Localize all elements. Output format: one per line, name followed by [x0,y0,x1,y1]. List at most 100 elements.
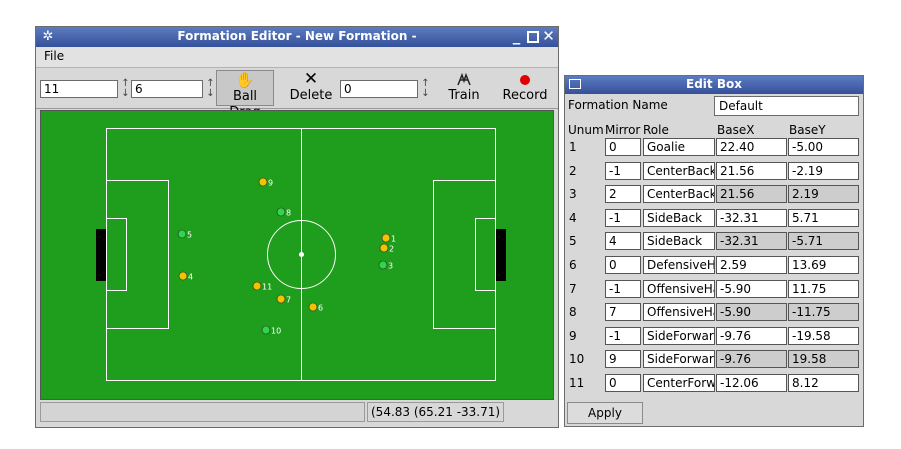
player-marker-4[interactable]: 4 [178,271,193,282]
player-dot[interactable] [261,325,271,335]
basey-input[interactable]: -5.71 [788,232,859,251]
close-icon[interactable]: ✕ [540,28,557,45]
unum-cell: 9 [569,328,577,343]
player-marker-10[interactable]: 10 [261,325,281,336]
mirror-input[interactable]: 7 [605,303,641,322]
mirror-input[interactable]: 0 [605,138,641,156]
basex-input[interactable]: 22.40 [716,138,787,156]
basex-input[interactable]: -12.06 [716,374,787,392]
table-row: 3 2 CenterBack 21.56 2.19 [565,185,865,205]
mirror-input[interactable]: 4 [605,232,641,251]
mirror-input[interactable]: -1 [605,279,641,298]
basex-input[interactable]: -9.76 [716,350,787,369]
minimize-icon[interactable]: _ [508,28,525,45]
player-marker-2[interactable]: 2 [379,243,394,254]
player-dot[interactable] [178,271,188,281]
basex-input[interactable]: -32.31 [716,208,787,227]
role-input[interactable]: CenterBack [643,185,715,204]
player-dot[interactable] [308,302,318,312]
player-marker-7[interactable]: 7 [276,294,291,305]
basex-input[interactable]: -32.31 [716,232,787,251]
basey-input[interactable]: -19.58 [788,326,859,345]
player-dot[interactable] [378,260,388,270]
basex-input[interactable]: 2.59 [716,256,787,274]
apply-button[interactable]: Apply [567,402,643,424]
basex-input[interactable]: -5.90 [716,279,787,298]
unum-cell: 1 [569,140,577,154]
index-spinbox[interactable]: 0 [340,80,418,98]
ball-drag-button[interactable]: ✋ Ball Drag [216,70,274,120]
edit-box-titlebar[interactable]: Edit Box [565,76,863,94]
delete-button[interactable]: ✕ Delete [286,70,336,106]
basey-input[interactable]: 13.69 [788,256,859,274]
index-arrows[interactable]: ↑ ↓ [420,79,431,99]
player-count-spinbox[interactable]: 11 [40,80,118,98]
record-button[interactable]: Record [499,70,551,106]
basex-input[interactable]: 21.56 [716,185,787,204]
right-goal [496,229,506,281]
left-goal-area [106,218,127,291]
role-input[interactable]: Goalie [643,138,715,156]
train-button[interactable]: Train [441,70,487,106]
player-dot[interactable] [276,294,286,304]
edit-box-title: Edit Box [686,77,742,91]
basey-input[interactable]: 19.58 [788,350,859,369]
player-dot[interactable] [258,177,268,187]
mirror-input[interactable]: -1 [605,326,641,345]
mirror-input[interactable]: 9 [605,350,641,369]
mirror-input[interactable]: 2 [605,185,641,204]
role-input[interactable]: SideBack [643,232,715,251]
unum-spinbox[interactable]: 6 [131,80,203,98]
role-input[interactable]: SideBack [643,208,715,227]
player-marker-8[interactable]: 8 [276,207,291,218]
basex-input[interactable]: 21.56 [716,161,787,180]
mirror-input[interactable]: -1 [605,161,641,180]
role-input[interactable]: SideForwar [643,326,715,345]
basey-input[interactable]: -11.75 [788,303,859,322]
role-input[interactable]: CenterBack [643,161,715,180]
player-number: 8 [286,209,291,218]
mirror-input[interactable]: 0 [605,256,641,274]
soccer-field-canvas[interactable]: 1 2 3 4 5 6 7 8 9 10 11 [40,110,554,400]
edit-box-window: Edit Box Formation Name Default Unum Mir… [564,75,864,427]
basey-input[interactable]: 5.71 [788,208,859,227]
basey-input[interactable]: -2.19 [788,161,859,180]
player-marker-1[interactable]: 1 [381,233,396,244]
player-marker-11[interactable]: 11 [252,281,272,292]
role-input[interactable]: SideForwar [643,350,715,369]
field-drawing: 12 3 4 5 6 7 8 9 10 11 [96,128,506,381]
player-dot[interactable] [177,229,187,239]
basey-input[interactable]: -5.00 [788,138,859,156]
right-goal-area [475,218,496,291]
player-count-arrows[interactable]: ↑ ↓ [120,79,131,99]
basey-input[interactable]: 8.12 [788,374,859,392]
mirror-input[interactable]: -1 [605,208,641,227]
player-dot[interactable] [381,233,391,243]
table-row: 2 -1 CenterBack 21.56 -2.19 [565,161,865,182]
table-row: 9 -1 SideForwar -9.76 -19.58 [565,326,865,347]
basey-input[interactable]: 11.75 [788,279,859,298]
unum-arrows[interactable]: ↑ ↓ [205,79,216,99]
formation-editor-titlebar[interactable]: ✲ Formation Editor - New Formation - _ ✕ [36,27,558,47]
player-marker-6[interactable]: 6 [308,302,323,313]
player-marker-5[interactable]: 5 [177,229,192,240]
ball[interactable] [299,252,304,257]
player-marker-3[interactable]: 3 [378,260,393,271]
hand-icon: ✋ [235,71,255,89]
role-input[interactable]: OffensiveHa [643,279,715,298]
role-input[interactable]: DefensiveH [643,256,715,274]
mirror-input[interactable]: 0 [605,374,641,392]
formation-name-input[interactable]: Default [714,96,859,116]
role-input[interactable]: CenterForw [643,374,715,392]
basex-input[interactable]: -5.90 [716,303,787,322]
player-dot[interactable] [276,207,286,217]
basex-input[interactable]: -9.76 [716,326,787,345]
menu-file[interactable]: File [44,49,64,63]
player-marker-9[interactable]: 9 [258,177,273,188]
header-unum: Unum [568,123,604,137]
player-dot[interactable] [252,281,262,291]
role-input[interactable]: OffensiveHa [643,303,715,322]
player-dot[interactable] [379,243,389,253]
maximize-icon[interactable] [524,28,541,45]
basey-input[interactable]: 2.19 [788,185,859,204]
